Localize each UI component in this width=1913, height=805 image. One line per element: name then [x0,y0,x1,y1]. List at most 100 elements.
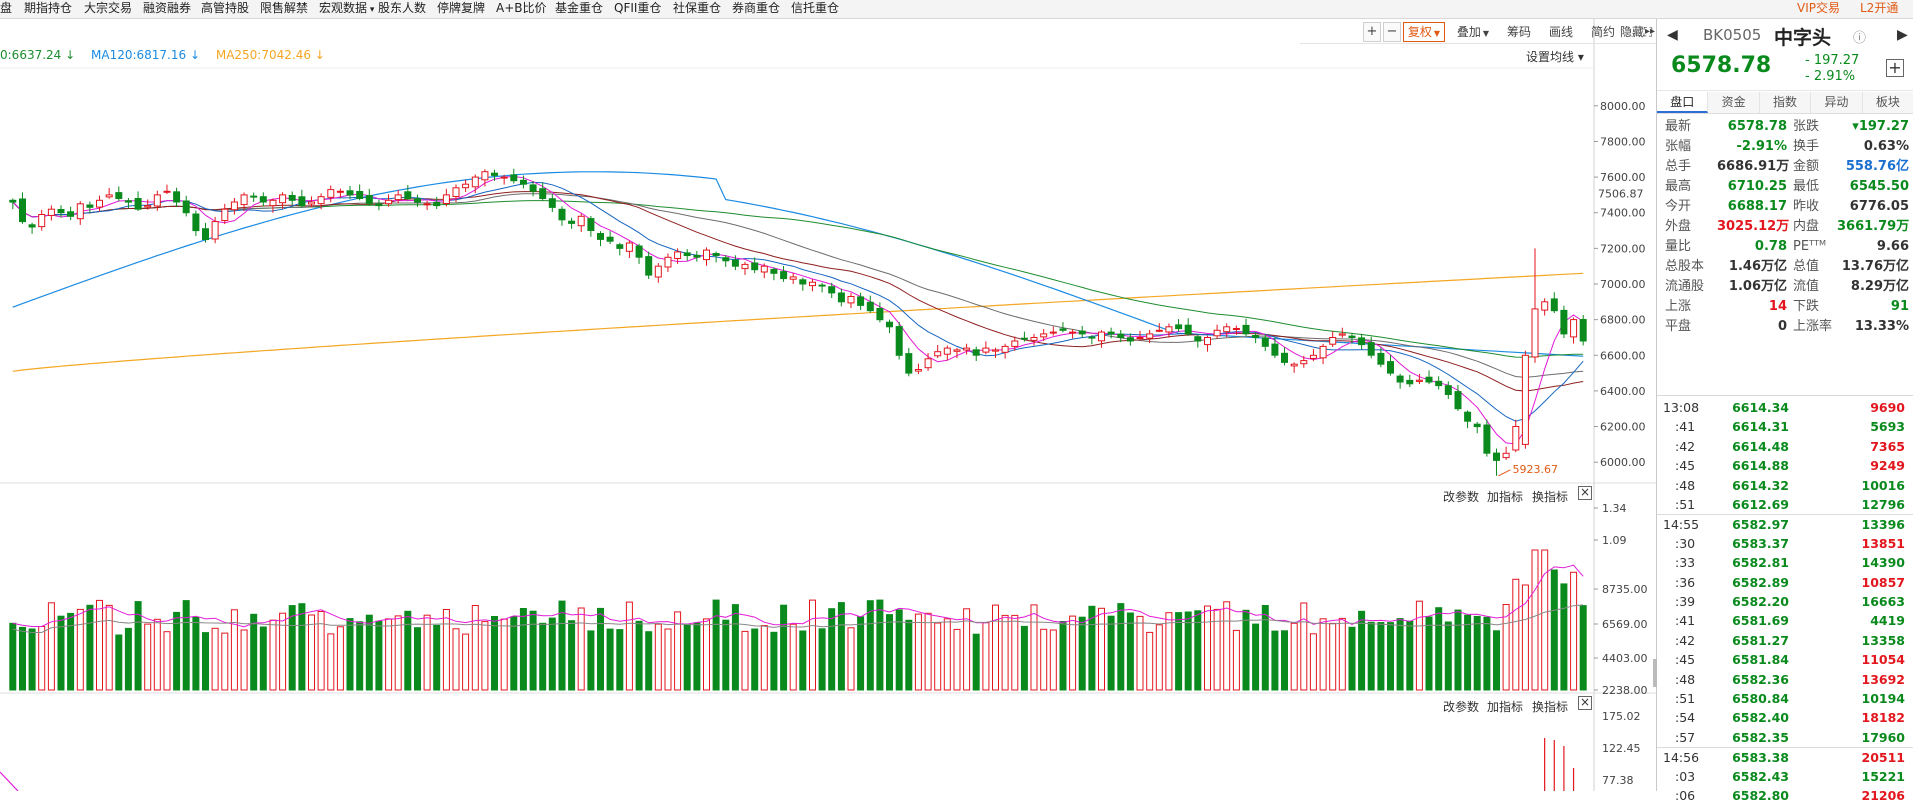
tick-time: :06 [1675,788,1696,803]
candle-body [1406,379,1414,385]
quote-value: 1.46万亿 [1728,259,1787,274]
fuquan-dropdown[interactable]: 复权 ▼ [1403,22,1445,42]
volume-bar [240,629,248,691]
candle-body [866,301,874,312]
close-icon[interactable]: × [1578,696,1592,710]
switch-indicator-button[interactable]: 换指标 [1532,488,1568,505]
volume-bar [1309,633,1317,691]
prev-arrow-icon[interactable]: ◀ [1667,27,1678,43]
quote-tab-0[interactable]: 盘口 [1657,92,1709,113]
candle-body [654,265,662,278]
l2-open-link[interactable]: L2开通 [1860,0,1898,18]
tick-volume: 13358 [1861,632,1906,648]
volume-bar [1069,615,1077,691]
switch-indicator-button-2[interactable]: 换指标 [1532,698,1568,715]
y-tick-label: 7200.00 [1600,242,1646,255]
candle-body [1483,424,1491,454]
volume-bar [693,622,701,691]
candle-body [953,349,961,352]
tick-row: :45 6614.88 9249 [1657,456,1913,475]
volume-bar [433,624,441,691]
close-icon[interactable]: × [1578,486,1592,500]
quote-value: 558.76亿 [1845,159,1909,174]
candle-body [818,284,826,287]
volume-bar [288,605,296,691]
volume-bar [47,602,55,691]
candle-body [625,242,633,252]
y-tick-label: 6800.00 [1600,314,1646,327]
tick-volume: 10016 [1861,477,1906,493]
quote-tab-4[interactable]: 板块 [1862,92,1913,113]
tick-time: :48 [1675,671,1696,687]
volume-bar [722,619,730,691]
quote-value: 6710.25 [1727,179,1787,194]
quote-value: 14 [1768,299,1787,314]
add-watchlist-icon[interactable]: + [1886,59,1904,77]
volume-bar [1329,622,1337,691]
candle-body [96,199,103,208]
candle-body [1098,331,1105,342]
zoom-out-button[interactable]: − [1383,22,1401,42]
quote-label: 最高 [1665,179,1692,194]
volume-bar [211,627,219,691]
candle-body [1338,333,1346,336]
volume-bar [1136,615,1144,691]
price-change-pct: - 2.91% [1805,69,1856,84]
candle-body [115,192,123,200]
tick-price: 6582.40 [1732,710,1789,726]
volume-bar [847,627,855,691]
candle-body [1020,337,1028,340]
candle-body [1126,337,1134,342]
candle-body [47,208,55,216]
tick-price: 6581.84 [1732,652,1789,668]
tick-volume: 14390 [1861,555,1906,571]
diejia-dropdown[interactable]: 叠加 ▼ [1451,22,1495,42]
volume-bar [1165,612,1173,691]
candle-body [1049,331,1057,334]
volume-bar [1387,622,1394,691]
volume-bar [1425,616,1433,691]
candle-body [876,308,884,321]
tick-volume: 15221 [1861,768,1906,784]
candle-body [1078,330,1086,335]
y-tick-label: 7400.00 [1600,207,1646,220]
candle-body [1194,336,1202,342]
choumai-button[interactable]: 筹码 [1501,22,1537,42]
volume-bar [654,623,662,691]
fullscreen-icon[interactable]: ⛶ [1640,22,1656,42]
vip-trade-link[interactable]: VIP交易 [1797,0,1840,18]
candle-body [722,257,730,262]
quote-panel: ◀ BK0505 中字头 ⓘ ▶ 6578.78 - 197.27 - 2.91… [1653,19,1913,803]
chevron-down-icon: ▼ [1433,29,1441,38]
y-tick-label: 8000.00 [1600,100,1646,113]
add-indicator-button[interactable]: 加指标 [1487,488,1523,505]
panel-collapse-handle[interactable] [1653,659,1657,687]
candle-body [1550,298,1558,312]
volume-bar [481,621,489,691]
volume-bar [491,616,498,691]
huaxian-button[interactable]: 画线 [1543,22,1579,42]
set-ma-dropdown[interactable]: 设置均线 ▾ [1526,48,1584,65]
quote-tab-1[interactable]: 资金 [1708,92,1760,113]
low-price-label: 5923.67 [1512,463,1558,476]
info-icon[interactable]: ⓘ [1853,27,1866,46]
zoom-in-button[interactable]: + [1363,22,1381,42]
add-indicator-button-2[interactable]: 加指标 [1487,698,1523,715]
quote-tab-3[interactable]: 异动 [1811,92,1863,113]
volume-bar [1242,609,1250,691]
chart-area[interactable]: 8000.00 7800.00 7600.00 7400.00 7200.00 7000.… [0,0,1656,791]
candle-body [568,220,576,224]
candle-body [799,279,807,285]
volume-bar [992,604,999,691]
change-params-button[interactable]: 改参数 [1443,488,1479,505]
volume-bar [1348,626,1356,691]
candle-body [1107,331,1115,335]
change-params-button-2[interactable]: 改参数 [1443,698,1479,715]
quote-tab-2[interactable]: 指数 [1759,92,1812,113]
volume-bar [298,603,306,691]
jianyue-button[interactable]: 简约 [1585,22,1621,42]
next-arrow-icon[interactable]: ▶ [1897,27,1908,43]
tick-time: :42 [1675,438,1696,454]
y-tick-label: 7600.00 [1600,171,1646,184]
volume-bar [96,599,103,691]
